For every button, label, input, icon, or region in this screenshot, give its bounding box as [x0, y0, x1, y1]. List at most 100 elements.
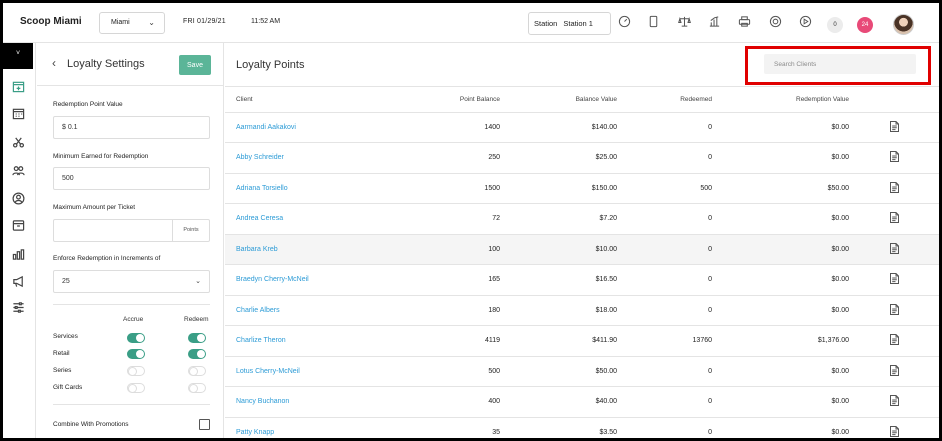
save-button[interactable]: Save	[179, 55, 211, 75]
series-redeem-toggle[interactable]	[188, 366, 206, 376]
gift-cards-redeem-toggle[interactable]	[188, 383, 206, 393]
client-name-link[interactable]: Abby Schreider	[225, 142, 405, 174]
megaphone-icon[interactable]	[12, 275, 26, 289]
lifebuoy-icon[interactable]	[768, 15, 782, 29]
column-header-balance-value[interactable]: Balance Value	[500, 88, 617, 113]
column-header-client[interactable]: Client	[225, 88, 405, 113]
series-accrue-toggle[interactable]	[127, 366, 145, 376]
bar-chart-icon[interactable]	[12, 248, 26, 262]
back-arrow-icon[interactable]: ‹	[52, 56, 56, 70]
play-icon[interactable]	[798, 15, 812, 29]
client-name-link[interactable]: Charlie Albers	[225, 295, 405, 326]
collapse-toggle[interactable]: ˅	[3, 43, 33, 69]
client-name-link[interactable]: Nancy Buchanon	[225, 386, 405, 418]
client-name-link[interactable]: Aarmandi Aakakovi	[225, 112, 405, 143]
speedometer-icon[interactable]	[617, 15, 631, 29]
station-value: Station 1	[563, 19, 593, 28]
redemption-value-cell: $50.00	[712, 173, 849, 204]
station-select[interactable]: Station Station 1	[528, 12, 611, 35]
business-name: Scoop Miami	[20, 16, 82, 27]
document-icon[interactable]	[889, 151, 899, 164]
icon-rail: ˅	[3, 43, 36, 438]
retail-redeem-toggle[interactable]	[188, 349, 206, 359]
client-name-link[interactable]: Adriana Torsiello	[225, 173, 405, 204]
column-header-point-balance[interactable]: Point Balance	[405, 88, 500, 113]
document-icon[interactable]	[889, 181, 899, 195]
client-name-link[interactable]: Patty Knapp	[225, 417, 405, 438]
table-header-row: Client Point Balance Balance Value Redee…	[225, 88, 939, 113]
point-balance-cell: 500	[405, 356, 500, 387]
column-header-redeemed[interactable]: Redeemed	[617, 88, 712, 113]
balance-value-cell: $10.00	[500, 234, 617, 265]
points-suffix: Points	[172, 220, 209, 241]
current-time: 11:52 AM	[251, 18, 281, 25]
client-name-link[interactable]: Barbara Kreb	[225, 234, 405, 265]
table-row[interactable]: Barbara Kreb 100 $10.00 0 $0.00	[225, 234, 939, 265]
gift-cards-accrue-toggle[interactable]	[127, 383, 145, 393]
counter-badge[interactable]: 0	[827, 17, 843, 33]
column-header-redemption-value[interactable]: Redemption Value	[712, 88, 849, 113]
redemption-point-value-label: Redemption Point Value	[53, 101, 123, 108]
services-redeem-toggle[interactable]	[188, 333, 206, 343]
document-icon[interactable]	[889, 425, 899, 438]
tablet-icon[interactable]	[646, 15, 660, 29]
balance-value-cell: $18.00	[500, 295, 617, 326]
client-name-link[interactable]: Lotus Cherry-McNeil	[225, 356, 405, 387]
redemption-value-cell: $0.00	[712, 356, 849, 387]
retail-accrue-toggle[interactable]	[127, 349, 145, 359]
calendar-plus-icon[interactable]	[12, 80, 26, 94]
client-name-link[interactable]: Andrea Ceresa	[225, 203, 405, 235]
document-icon[interactable]	[889, 212, 899, 225]
client-name-link[interactable]: Charlize Theron	[225, 325, 405, 357]
station-label: Station	[534, 19, 558, 28]
printer-icon[interactable]	[737, 15, 751, 29]
redemption-value-cell: $0.00	[712, 142, 849, 174]
minimum-earned-input[interactable]: 500	[53, 167, 210, 190]
redemption-value-cell: $0.00	[712, 112, 849, 143]
document-icon[interactable]	[889, 303, 899, 317]
redeemed-cell: 0	[617, 417, 712, 438]
document-icon[interactable]	[889, 364, 899, 378]
users-icon[interactable]	[12, 164, 26, 178]
main-header: Loyalty Points	[225, 43, 939, 87]
user-circle-icon[interactable]	[12, 192, 26, 206]
redemption-point-value-input[interactable]: $ 0.1	[53, 116, 210, 139]
scale-icon[interactable]	[677, 15, 691, 29]
document-icon[interactable]	[889, 334, 899, 347]
document-icon[interactable]	[889, 273, 899, 286]
location-value: Miami	[111, 19, 130, 26]
document-icon[interactable]	[889, 242, 899, 256]
table-row[interactable]: Adriana Torsiello 1500 $150.00 500 $50.00	[225, 173, 939, 204]
table-row[interactable]: Andrea Ceresa 72 $7.20 0 $0.00	[225, 203, 939, 235]
combine-promotions-checkbox[interactable]	[199, 419, 210, 430]
calendar-icon[interactable]	[12, 107, 26, 121]
category-label-services: Services	[53, 333, 78, 340]
avatar[interactable]	[893, 14, 914, 35]
sliders-icon[interactable]	[12, 301, 26, 315]
divider	[53, 404, 210, 405]
box-icon[interactable]	[12, 219, 26, 233]
table-row[interactable]: Abby Schreider 250 $25.00 0 $0.00	[225, 142, 939, 174]
location-select[interactable]: Miami ⌄	[99, 12, 165, 34]
balance-value-cell: $411.90	[500, 325, 617, 357]
services-accrue-toggle[interactable]	[127, 333, 145, 343]
client-name-link[interactable]: Braedyn Cherry-McNeil	[225, 264, 405, 296]
redeemed-cell: 0	[617, 386, 712, 418]
point-balance-cell: 180	[405, 295, 500, 326]
max-amount-input[interactable]: Points	[53, 219, 210, 242]
redeemed-cell: 0	[617, 234, 712, 265]
actions-cell	[849, 356, 939, 387]
increments-select[interactable]: 25 ⌄	[53, 270, 210, 293]
notification-badge[interactable]: 24	[857, 17, 873, 33]
document-icon[interactable]	[889, 395, 899, 408]
table-row[interactable]: Aarmandi Aakakovi 1400 $140.00 0 $0.00	[225, 112, 939, 143]
table-row[interactable]: Charlize Theron 4119 $411.90 13760 $1,376.00	[225, 325, 939, 357]
document-icon[interactable]	[889, 120, 899, 134]
table-row[interactable]: Charlie Albers 180 $18.00 0 $0.00	[225, 295, 939, 326]
scissors-icon[interactable]	[12, 136, 26, 150]
chart-icon[interactable]	[707, 15, 721, 29]
table-row[interactable]: Patty Knapp 35 $3.50 0 $0.00	[225, 417, 939, 438]
table-row[interactable]: Lotus Cherry-McNeil 500 $50.00 0 $0.00	[225, 356, 939, 387]
table-row[interactable]: Braedyn Cherry-McNeil 165 $16.50 0 $0.00	[225, 264, 939, 296]
table-row[interactable]: Nancy Buchanon 400 $40.00 0 $0.00	[225, 386, 939, 418]
